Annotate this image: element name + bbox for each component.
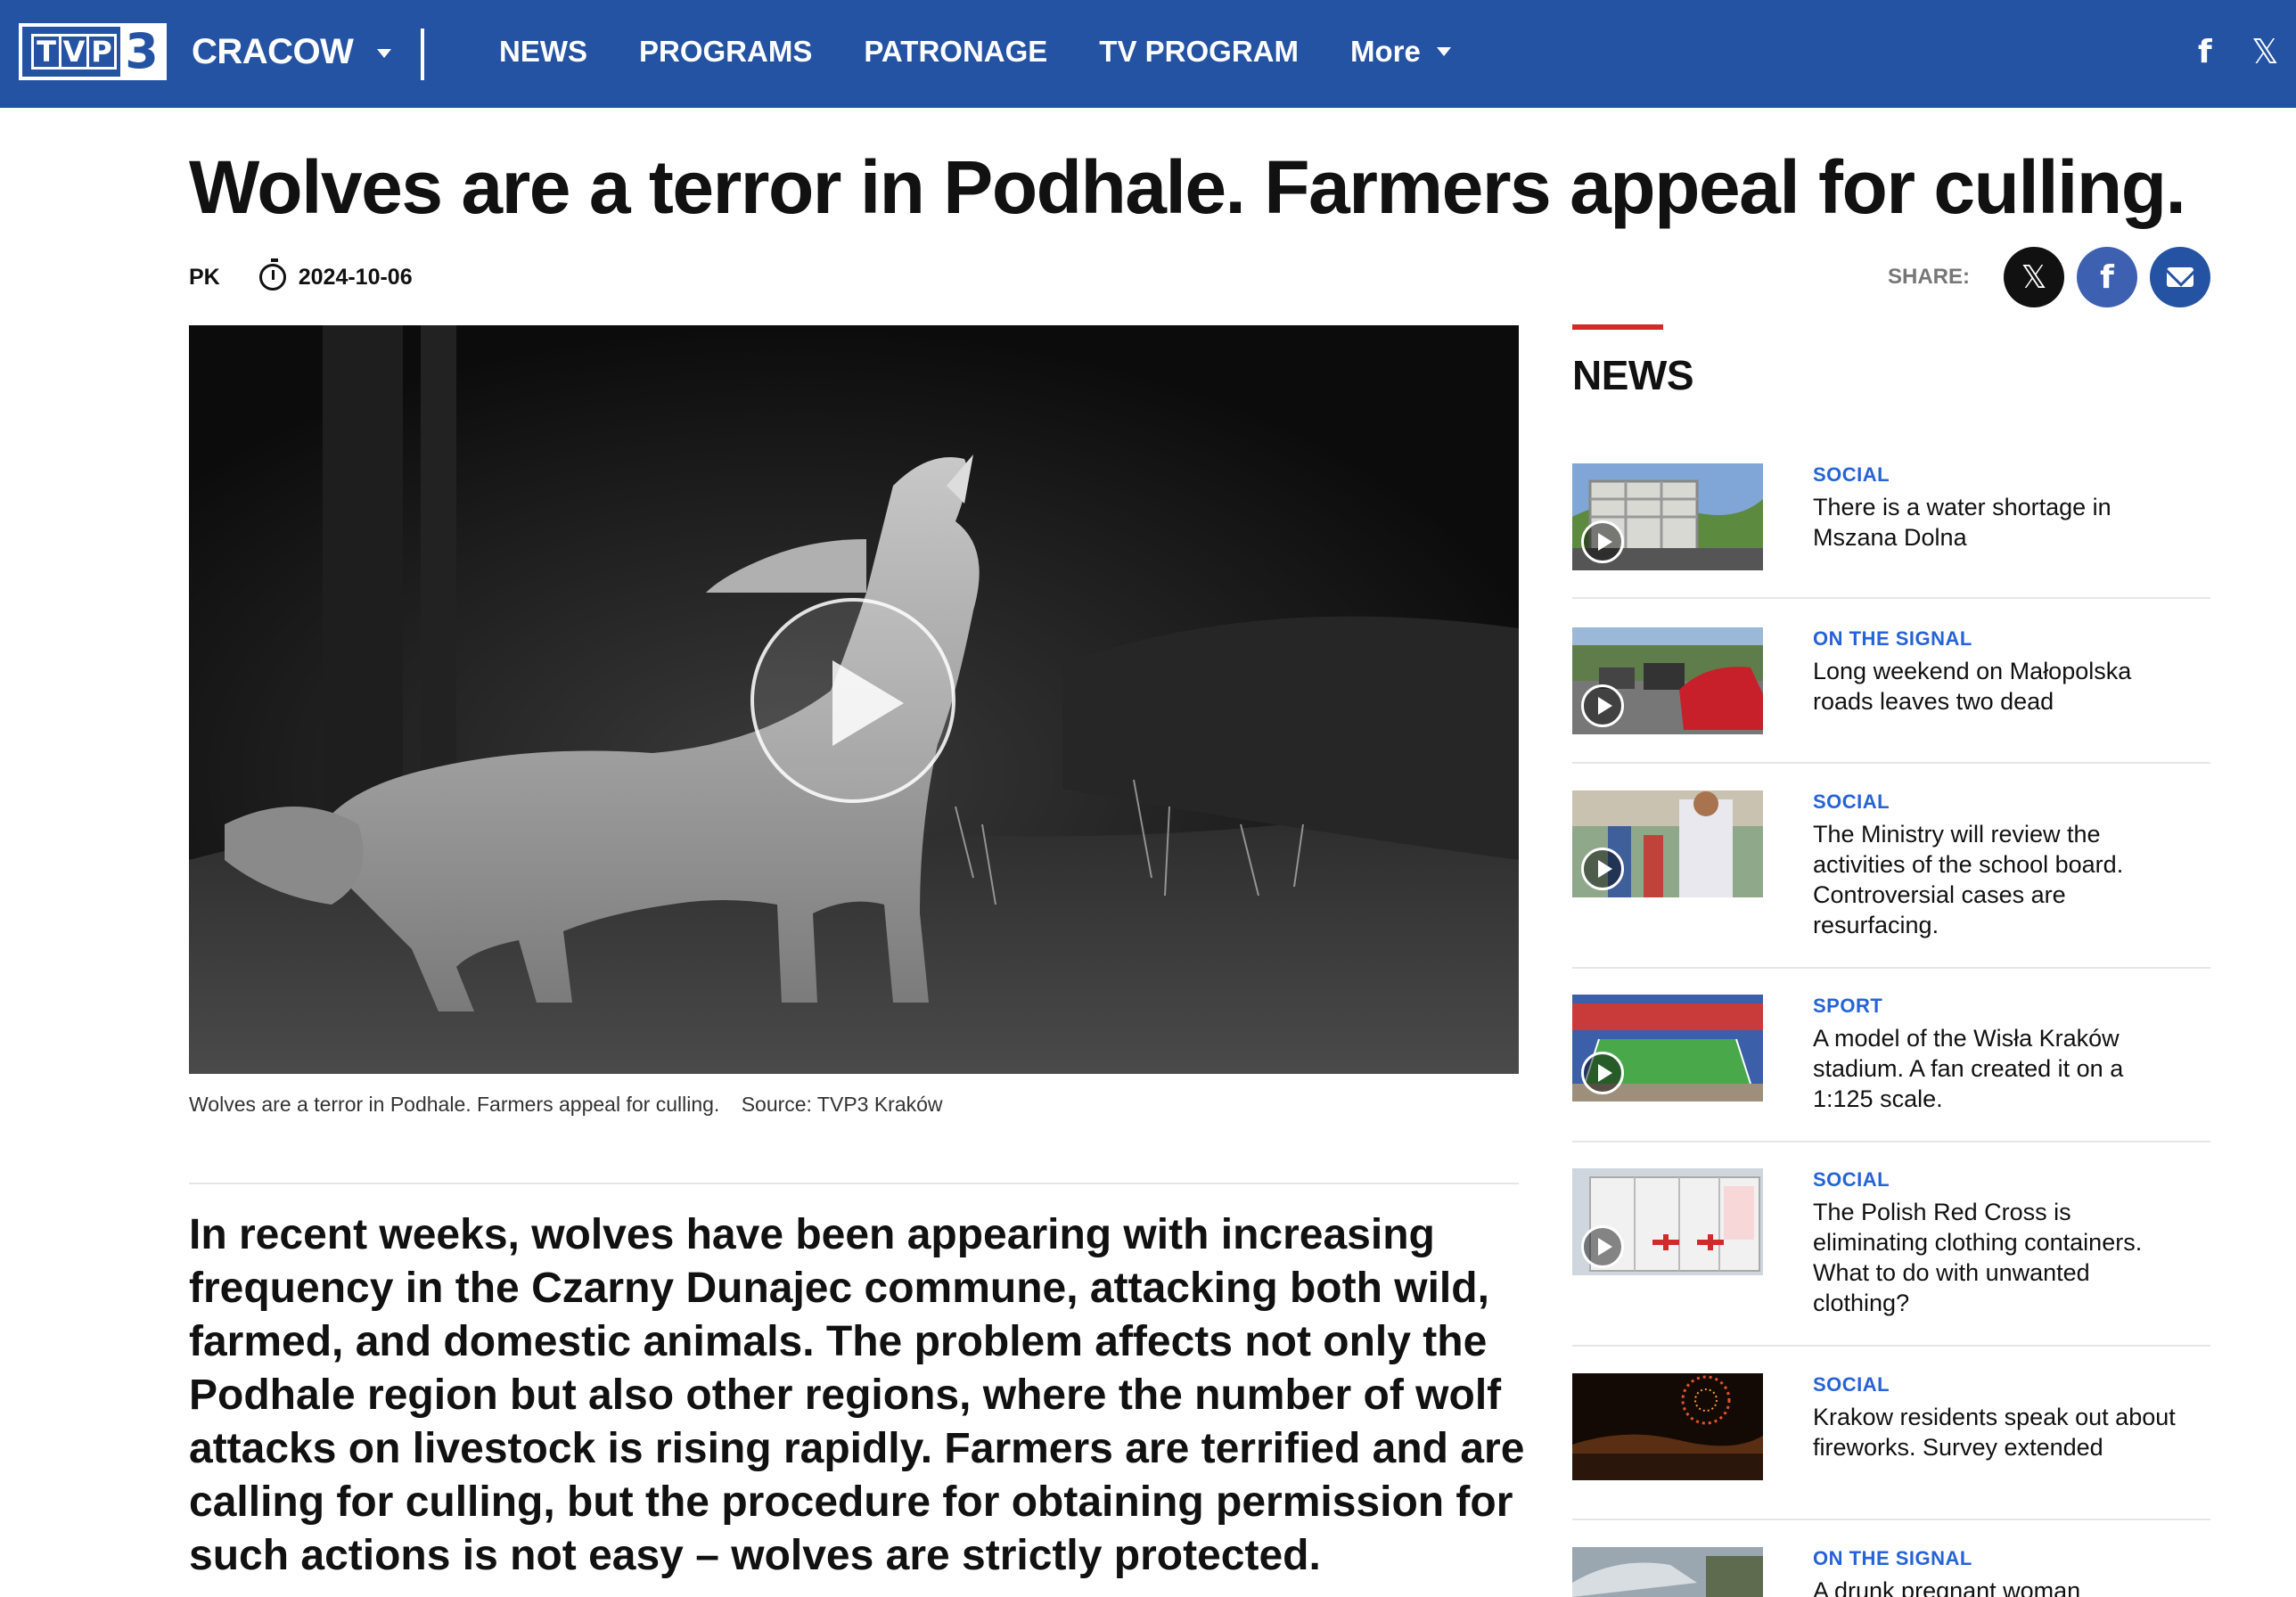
article-headline: Wolves are a terror in Podhale. Farmers … <box>189 145 2186 229</box>
video-caption: Wolves are a terror in Podhale. Farmers … <box>189 1093 943 1117</box>
news-thumbnail <box>1572 627 1763 734</box>
nav-link-news[interactable]: NEWS <box>499 35 587 69</box>
video-play-icon <box>1581 848 1624 890</box>
news-divider <box>1572 597 2210 599</box>
news-thumbnail <box>1572 995 1763 1102</box>
nav-link-programs[interactable]: PROGRAMS <box>639 35 812 69</box>
nav-divider <box>421 29 424 80</box>
facebook-icon[interactable]: f <box>2198 27 2212 77</box>
article-author: PK <box>189 264 220 290</box>
news-category: ON THE SIGNAL <box>1813 1547 1972 1569</box>
video-play-icon <box>1581 1225 1624 1268</box>
region-label: CRACOW <box>192 31 354 71</box>
video-play-icon <box>1581 684 1624 727</box>
main-menu: NEWS PROGRAMS PATRONAGE TV PROGRAM More <box>499 27 1503 77</box>
envelope-icon <box>2167 267 2194 287</box>
clock-icon <box>258 258 286 291</box>
share-x-button[interactable]: 𝕏 <box>2004 247 2064 307</box>
news-category: ON THE SIGNAL <box>1813 627 1972 650</box>
news-title: The Polish Red Cross is eliminating clot… <box>1813 1199 2143 1316</box>
news-divider <box>1572 967 2210 969</box>
chevron-down-icon <box>377 49 391 58</box>
x-icon[interactable]: 𝕏 <box>2251 27 2279 77</box>
video-player[interactable] <box>189 325 1519 1074</box>
news-category: SPORT <box>1813 995 1883 1017</box>
news-category: SOCIAL <box>1813 1168 1890 1191</box>
share-label: SHARE: <box>1887 265 1970 289</box>
share-bar: SHARE: 𝕏 f <box>1888 247 2210 307</box>
news-title: A model of the Wisła Kraków stadium. A f… <box>1813 1025 2124 1112</box>
play-icon[interactable] <box>750 598 955 803</box>
news-title: Long weekend on Małopolska roads leaves … <box>1813 658 2132 715</box>
news-thumbnail <box>1572 1373 1763 1480</box>
news-title: There is a water shortage in Mszana Doln… <box>1813 494 2112 551</box>
news-divider <box>1572 762 2210 764</box>
article-meta: PK 2024-10-06 <box>189 258 413 295</box>
region-selector[interactable]: CRACOW <box>192 27 391 77</box>
logo-letter-v: V <box>59 34 89 70</box>
caption-text: Wolves are a terror in Podhale. Farmers … <box>189 1093 720 1116</box>
sidebar-accent-bar <box>1572 324 1663 330</box>
logo-letters: T V P <box>31 34 117 70</box>
caption-source: Source: TVP3 Kraków <box>741 1093 943 1116</box>
nav-link-patronage[interactable]: PATRONAGE <box>864 35 1047 69</box>
nav-link-tv-program[interactable]: TV PROGRAM <box>1099 35 1299 69</box>
share-facebook-button[interactable]: f <box>2077 247 2137 307</box>
news-title: The Ministry will review the activities … <box>1813 821 2124 938</box>
news-divider <box>1572 1141 2210 1142</box>
video-play-icon <box>1581 520 1624 563</box>
news-category: SOCIAL <box>1813 463 1890 486</box>
news-thumbnail <box>1572 463 1763 570</box>
logo-number: 3 <box>120 23 163 80</box>
top-navigation-bar: T V P 3 CRACOW NEWS PROGRAMS PATRONAGE T… <box>0 0 2296 108</box>
news-category: SOCIAL <box>1813 790 1890 813</box>
news-divider <box>1572 1345 2210 1347</box>
news-thumbnail <box>1572 1547 1763 1597</box>
chevron-down-icon <box>1436 47 1451 56</box>
logo-letter-t: T <box>31 34 62 70</box>
article-date: 2024-10-06 <box>298 264 413 290</box>
news-title: Krakow residents speak out about firewor… <box>1813 1404 2176 1461</box>
news-thumbnail <box>1572 1168 1763 1275</box>
nav-more-menu[interactable]: More <box>1350 35 1451 69</box>
logo-letter-p: P <box>86 34 117 70</box>
article-lead: In recent weeks, wolves have been appear… <box>189 1211 1525 1579</box>
share-email-button[interactable] <box>2150 247 2210 307</box>
tvp3-logo[interactable]: T V P 3 <box>19 23 167 80</box>
nav-more-label: More <box>1349 35 1421 68</box>
content-divider <box>189 1183 1519 1184</box>
sidebar-title: NEWS <box>1572 352 1694 398</box>
news-title: A drunk pregnant woman <box>1813 1577 2081 1597</box>
news-divider <box>1572 1519 2210 1520</box>
video-play-icon <box>1581 1052 1624 1094</box>
news-thumbnail <box>1572 790 1763 897</box>
news-category: SOCIAL <box>1813 1373 1890 1396</box>
